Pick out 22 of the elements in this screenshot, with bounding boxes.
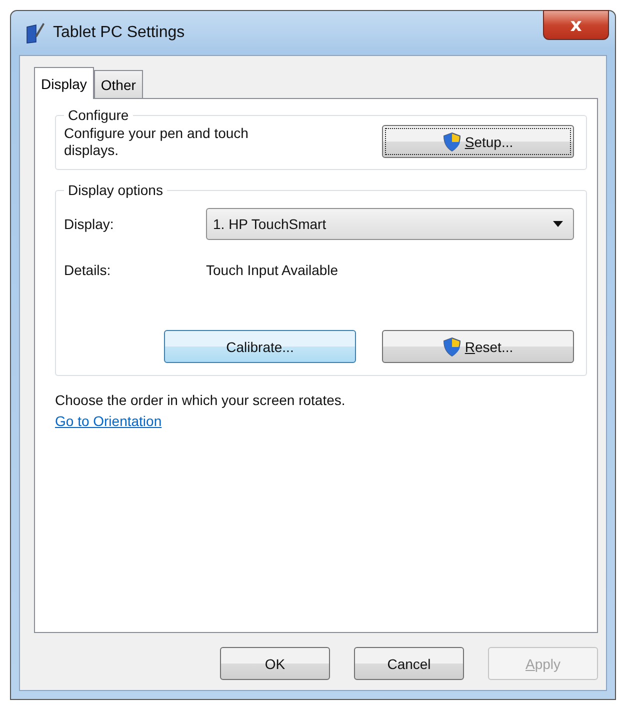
display-dropdown[interactable]: 1. HP TouchSmart (206, 208, 574, 240)
window-title: Tablet PC Settings (53, 24, 185, 42)
dialog-button[interactable]: OK (220, 647, 330, 680)
tab[interactable]: Display (34, 67, 94, 99)
orientation-text: Choose the order in which your screen rotates. (55, 391, 346, 410)
shield-icon (442, 132, 461, 152)
dialog-button[interactable]: Cancel (354, 647, 464, 680)
setup-button[interactable]: Setup... (382, 125, 574, 158)
tab[interactable]: Other (94, 70, 143, 98)
shield-icon (442, 336, 461, 356)
caret-icon (553, 221, 563, 227)
field-label: Details: (64, 262, 112, 278)
description-text: Configure your pen and touch displays. (64, 125, 250, 159)
field-label: Display: (64, 216, 115, 232)
close-button[interactable]: x (543, 10, 609, 40)
action-button[interactable]: Calibrate... (164, 330, 356, 363)
tablet-pen-icon (25, 22, 45, 44)
group-heading: Configure (67, 107, 130, 123)
group-heading: Display options (67, 182, 164, 198)
action-button[interactable]: Reset... (382, 330, 574, 363)
orientation-link[interactable]: Go to Orientation (55, 411, 162, 432)
details-value: Touch Input Available (206, 262, 338, 278)
